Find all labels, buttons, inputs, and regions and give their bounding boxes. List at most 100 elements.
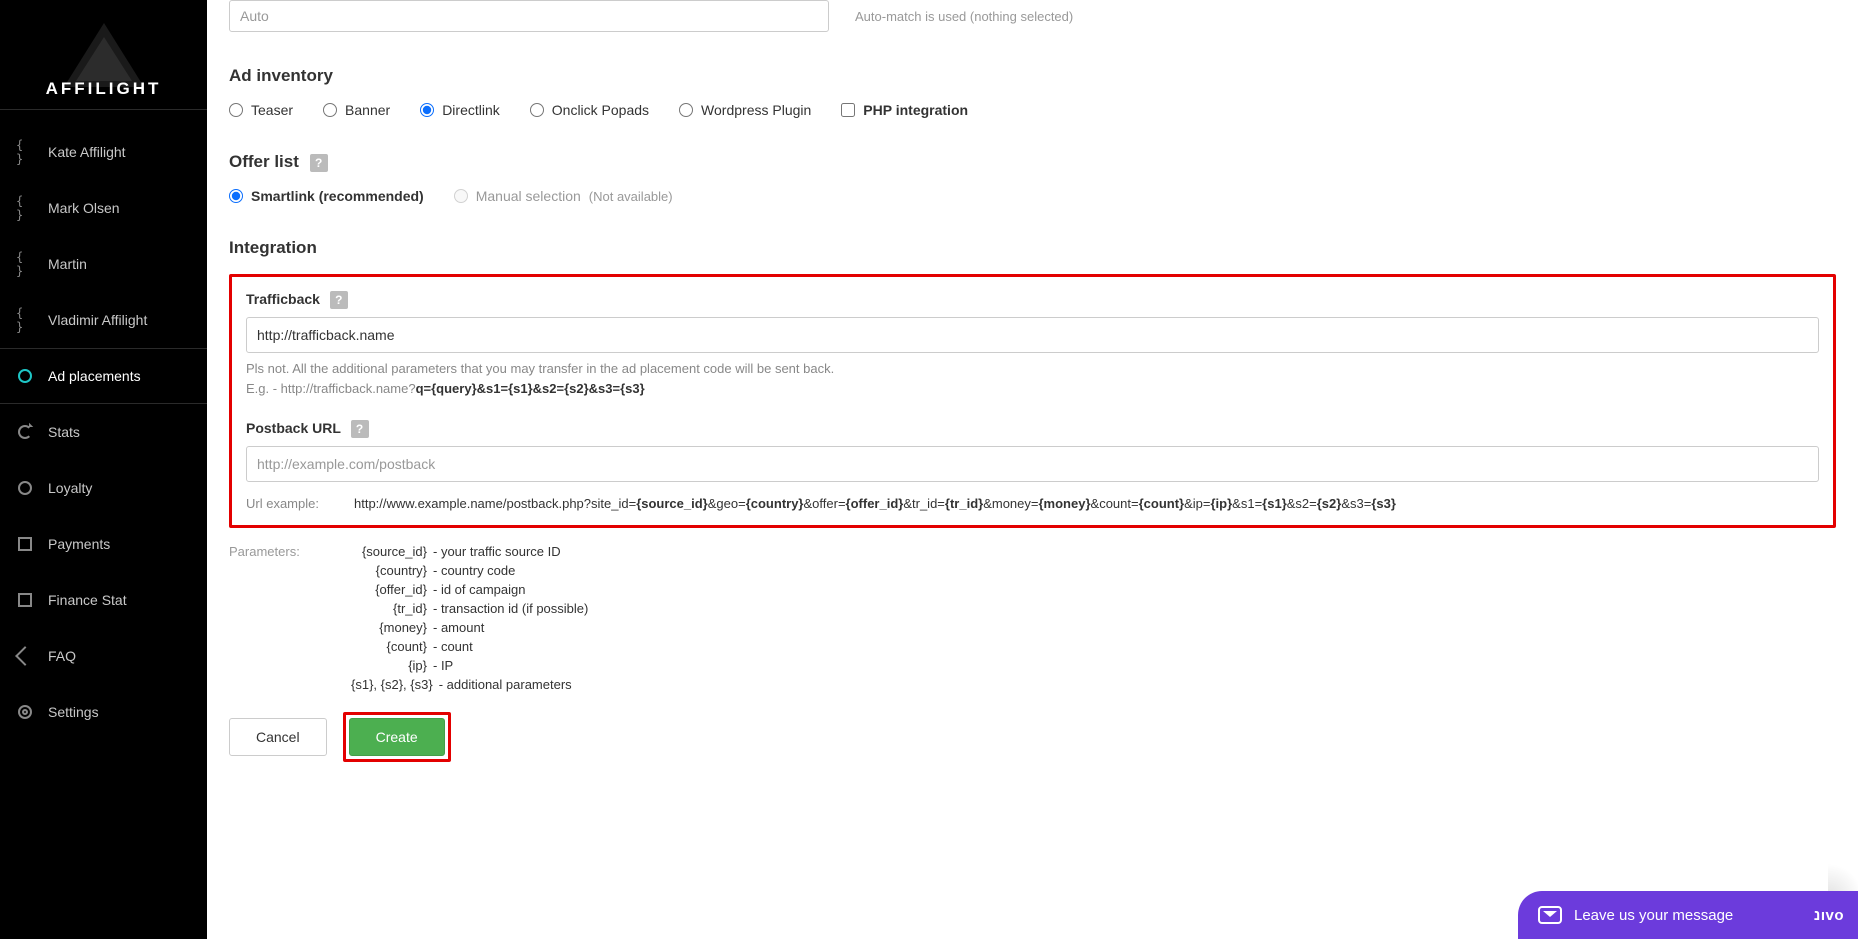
offer-list-heading-text: Offer list	[229, 152, 299, 171]
option-label: Manual selection	[476, 188, 581, 204]
sidebar-item-loyalty[interactable]: Loyalty	[0, 460, 207, 516]
sidebar-item-label: Kate Affilight	[48, 144, 126, 160]
param-desc: - id of campaign	[433, 582, 526, 597]
checkbox-php-integration[interactable]	[841, 103, 855, 117]
postback-label-text: Postback URL	[246, 420, 341, 436]
envelope-icon	[1538, 906, 1562, 924]
chat-brand: נıvo	[1814, 907, 1844, 924]
option-label: Banner	[345, 102, 390, 118]
option-label: Directlink	[442, 102, 500, 118]
sidebar-item-label: Payments	[48, 536, 110, 552]
param-key: {country}	[351, 563, 427, 578]
parameter-row: {tr_id} - transaction id (if possible)	[351, 601, 588, 616]
param-desc: - amount	[433, 620, 484, 635]
automatch-hint: Auto-match is used (nothing selected)	[855, 9, 1073, 24]
sidebar-item-mark-olsen[interactable]: { } Mark Olsen	[0, 180, 207, 236]
radio-onclick-popads[interactable]	[530, 103, 544, 117]
param-desc: - transaction id (if possible)	[433, 601, 588, 616]
integration-highlight-box: Trafficback ? Pls not. All the additiona…	[229, 274, 1836, 528]
ad-inventory-directlink[interactable]: Directlink	[420, 102, 500, 118]
help-icon[interactable]: ?	[351, 420, 369, 438]
trafficback-label: Trafficback ?	[246, 291, 1819, 309]
param-key: {tr_id}	[351, 601, 427, 616]
gear-icon	[16, 703, 34, 721]
sidebar: AFFILIGHT { }Kate Affilight { } Mark Olsen…	[0, 0, 207, 939]
help-icon[interactable]: ?	[310, 154, 328, 172]
param-desc: - IP	[433, 658, 453, 673]
sidebar-item-ad-placements[interactable]: Ad placements	[0, 348, 207, 404]
sidebar-item-vladimir-affilight[interactable]: { }Vladimir Affilight	[0, 292, 207, 348]
offer-option-manual-selection: Manual selection (Not available)	[454, 188, 673, 204]
main-content: Auto Auto-match is used (nothing selecte…	[207, 0, 1858, 939]
option-label: Smartlink (recommended)	[251, 188, 424, 204]
sidebar-item-finance-stat[interactable]: Finance Stat	[0, 572, 207, 628]
chat-widget[interactable]: Leave us your message נıvo	[1518, 891, 1858, 939]
ad-inventory-onclick-popads[interactable]: Onclick Popads	[530, 102, 649, 118]
square-icon	[16, 591, 34, 609]
sidebar-item-label: Mark Olsen	[48, 200, 120, 216]
integration-heading: Integration	[229, 238, 1836, 258]
ad-inventory-teaser[interactable]: Teaser	[229, 102, 293, 118]
create-button-highlight: Create	[343, 712, 451, 762]
chat-text: Leave us your message	[1574, 907, 1733, 924]
help-icon[interactable]: ?	[330, 291, 348, 309]
radio-wordpress-plugin[interactable]	[679, 103, 693, 117]
parameter-row: {ip} - IP	[351, 658, 588, 673]
sidebar-item-kate-affilight[interactable]: { }Kate Affilight	[0, 124, 207, 180]
brand-text: AFFILIGHT	[46, 79, 162, 99]
ad-inventory-banner[interactable]: Banner	[323, 102, 390, 118]
trafficback-note: Pls not. All the additional parameters t…	[246, 359, 1819, 379]
param-desc: - additional parameters	[439, 677, 572, 692]
sidebar-item-settings[interactable]: Settings	[0, 684, 207, 740]
sidebar-item-label: Stats	[48, 424, 80, 440]
parameter-row: {money} - amount	[351, 620, 588, 635]
sidebar-item-martin[interactable]: { }Martin	[0, 236, 207, 292]
ad-inventory-php-integration[interactable]: PHP integration	[841, 102, 968, 118]
option-note: (Not available)	[589, 189, 673, 204]
circle-icon	[16, 367, 34, 385]
logo-triangle-inner-icon	[76, 37, 132, 81]
param-key: {count}	[351, 639, 427, 654]
sidebar-item-label: Loyalty	[48, 480, 92, 496]
postback-input[interactable]	[246, 446, 1819, 482]
parameters-list: {source_id} - your traffic source ID {cou…	[351, 544, 588, 696]
parameters-label: Parameters:	[229, 544, 321, 696]
ad-inventory-wordpress-plugin[interactable]: Wordpress Plugin	[679, 102, 811, 118]
braces-icon: { }	[16, 199, 34, 217]
cancel-button[interactable]: Cancel	[229, 718, 327, 756]
square-icon	[16, 535, 34, 553]
radio-teaser[interactable]	[229, 103, 243, 117]
radio-offer[interactable]	[229, 189, 243, 203]
sidebar-item-label: Vladimir Affilight	[48, 312, 147, 328]
sidebar-item-faq[interactable]: FAQ	[0, 628, 207, 684]
option-label: Wordpress Plugin	[701, 102, 811, 118]
offer-list-options: Smartlink (recommended) Manual selection …	[229, 188, 1836, 204]
offer-option-smartlink-recommended-[interactable]: Smartlink (recommended)	[229, 188, 424, 204]
url-example: Url example: http://www.example.name/pos…	[246, 496, 1819, 511]
sidebar-item-label: Martin	[48, 256, 87, 272]
trafficback-label-text: Trafficback	[246, 291, 320, 307]
trafficback-eg-prefix: E.g. - http://trafficback.name?	[246, 381, 416, 396]
option-label: Teaser	[251, 102, 293, 118]
param-desc: - your traffic source ID	[433, 544, 561, 559]
param-desc: - count	[433, 639, 473, 654]
trafficback-input[interactable]	[246, 317, 1819, 353]
param-key: {money}	[351, 620, 427, 635]
option-label: PHP integration	[863, 102, 968, 118]
radio-banner[interactable]	[323, 103, 337, 117]
sidebar-item-label: Finance Stat	[48, 592, 127, 608]
create-button[interactable]: Create	[349, 718, 445, 756]
parameter-row: {country} - country code	[351, 563, 588, 578]
param-key: {source_id}	[351, 544, 427, 559]
sidebar-item-stats[interactable]: Stats	[0, 404, 207, 460]
ad-inventory-heading: Ad inventory	[229, 66, 1836, 86]
circle-icon	[16, 479, 34, 497]
form-actions: Cancel Create	[229, 712, 1836, 762]
sidebar-item-label: Settings	[48, 704, 99, 720]
brand-logo[interactable]: AFFILIGHT	[0, 0, 207, 110]
param-desc: - country code	[433, 563, 515, 578]
category-select[interactable]: Auto	[229, 0, 829, 32]
radio-directlink[interactable]	[420, 103, 434, 117]
sidebar-item-payments[interactable]: Payments	[0, 516, 207, 572]
param-key: {offer_id}	[351, 582, 427, 597]
